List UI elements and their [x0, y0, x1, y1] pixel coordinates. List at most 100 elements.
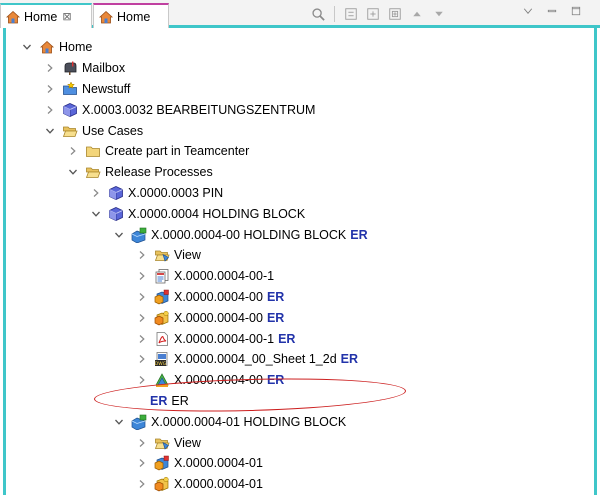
down-icon[interactable] [431, 6, 447, 22]
tree-item[interactable]: ER ER [6, 391, 594, 412]
tree-item-label: Create part in Teamcenter [105, 144, 250, 159]
chevron-down-icon[interactable] [19, 39, 35, 55]
folder-icon [85, 143, 101, 159]
tree-item[interactable]: Newstuff [6, 79, 594, 100]
tree-item[interactable]: X.0000.0004-00-1 ER [6, 328, 594, 349]
chevron-right-icon[interactable] [134, 372, 150, 388]
tab-label: Home [24, 9, 58, 24]
dataset-icon [154, 455, 170, 471]
er-badge: ER [266, 289, 285, 304]
tab-home-second[interactable]: Home [93, 3, 169, 28]
tree-item[interactable]: X.0000.0004-00-1 [6, 266, 594, 287]
tree-item-label: X.0000.0004-01 [174, 456, 263, 471]
home-tree-panel: Home Mailbox Newstuff X.0003.0032 BEARBEITU… [3, 28, 597, 495]
collapse-all-icon[interactable] [343, 6, 359, 22]
er-badge: ER [266, 310, 285, 325]
chevron-right-icon[interactable] [134, 247, 150, 263]
home-icon [98, 9, 114, 25]
tree-item[interactable]: Use Cases [6, 120, 594, 141]
model-icon [154, 372, 170, 388]
er-badge: ER [278, 331, 296, 346]
tree-item[interactable]: X.0000.0004-01 [6, 474, 594, 495]
chevron-right-icon[interactable] [134, 351, 150, 367]
tree-item-label: X.0000.0004-01 HOLDING BLOCK [151, 414, 347, 429]
pdf-icon [154, 331, 170, 347]
chevron-right-icon[interactable] [42, 81, 58, 97]
chevron-right-icon[interactable] [134, 435, 150, 451]
chevron-right-icon[interactable] [65, 143, 81, 159]
tree-item[interactable]: X.0000.0004-00 HOLDING BLOCK ER [6, 224, 594, 245]
chevron-right-icon[interactable] [134, 455, 150, 471]
tree-item[interactable]: X.0000.0004-00 ER [6, 307, 594, 328]
chevron-down-icon[interactable] [111, 227, 127, 243]
tree-item-label: Release Processes [105, 165, 213, 180]
tree-item[interactable]: X.0000.0003 PIN [6, 183, 594, 204]
tree-item-label: X.0000.0004-01 [174, 477, 263, 492]
tree-item[interactable]: X.0000.0004-00 ER [6, 370, 594, 391]
expand-all-icon[interactable] [387, 6, 403, 22]
revision-icon [131, 414, 147, 430]
er-badge: ER [350, 227, 368, 242]
cube-icon [62, 102, 78, 118]
dataset2-icon [154, 310, 170, 326]
tree-item[interactable]: X.0000.0004-01 HOLDING BLOCK [6, 411, 594, 432]
chevron-down-icon[interactable] [65, 164, 81, 180]
home-icon [39, 39, 55, 55]
mailbox-icon [62, 60, 78, 76]
dataset-icon [154, 289, 170, 305]
chevron-down-icon[interactable] [42, 123, 58, 139]
toolbar-separator [334, 6, 335, 22]
revision-icon [131, 227, 147, 243]
view-menu-icon[interactable] [520, 3, 536, 19]
tree-item[interactable]: View [6, 432, 594, 453]
chevron-right-icon[interactable] [134, 268, 150, 284]
tab-label: Home [117, 9, 151, 24]
tree-item[interactable]: View [6, 245, 594, 266]
tab-home-active[interactable]: Home ⊠ [0, 3, 92, 28]
chevron-down-icon[interactable] [111, 414, 127, 430]
tree-item-label: Home [59, 40, 93, 55]
tree-item[interactable]: Home [6, 37, 594, 58]
tree-item-label: Newstuff [82, 81, 131, 96]
tree-item-label: X.0000.0004-00 [174, 289, 263, 304]
tree-item[interactable]: X.0000.0004-00 ER [6, 287, 594, 308]
tree-item[interactable]: X.0000.0004 HOLDING BLOCK [6, 203, 594, 224]
dataset2-icon [154, 476, 170, 492]
tree-item[interactable]: Create part in Teamcenter [6, 141, 594, 162]
maximize-icon[interactable] [568, 3, 584, 19]
up-icon[interactable] [409, 6, 425, 22]
er-badge: ER [150, 393, 168, 408]
tree-item-label: ER [171, 393, 189, 408]
tree-item-label: X.0000.0004-00-1 [174, 269, 275, 284]
tree-item-label: X.0000.0003 PIN [128, 185, 224, 200]
tree-item[interactable]: Release Processes [6, 162, 594, 183]
chevron-down-icon[interactable] [88, 206, 104, 222]
search-icon[interactable] [310, 6, 326, 22]
tree-item[interactable]: X.0003.0032 BEARBEITUNGSZENTRUM [6, 99, 594, 120]
chevron-right-icon[interactable] [134, 310, 150, 326]
chevron-right-icon[interactable] [134, 331, 150, 347]
tree-item-label: X.0000.0004-00 HOLDING BLOCK [151, 227, 347, 242]
er-badge: ER [340, 352, 359, 367]
tree-item[interactable]: Mailbox [6, 58, 594, 79]
expand-icon[interactable] [365, 6, 381, 22]
editor-tab-bar: Home ⊠ Home [0, 0, 600, 28]
chevron-right-icon[interactable] [88, 185, 104, 201]
tree-item-label: View [174, 248, 201, 263]
tree-item-label: X.0000.0004-00 [174, 373, 263, 388]
chevron-right-icon[interactable] [134, 476, 150, 492]
tree-item-label: X.0003.0032 BEARBEITUNGSZENTRUM [82, 102, 316, 117]
svg-text:DWG: DWG [155, 361, 167, 367]
minimize-icon[interactable] [544, 3, 560, 19]
home-icon [5, 9, 21, 25]
close-icon[interactable]: ⊠ [62, 10, 71, 23]
chevron-right-icon[interactable] [134, 289, 150, 305]
chevron-right-icon[interactable] [42, 102, 58, 118]
tree-item[interactable]: X.0000.0004-01 [6, 453, 594, 474]
tree-item[interactable]: DWG X.0000.0004_00_Sheet 1_2d ER [6, 349, 594, 370]
cube-icon [108, 206, 124, 222]
newstuff-icon [62, 81, 78, 97]
chevron-right-icon[interactable] [42, 60, 58, 76]
tree-item-label: X.0000.0004_00_Sheet 1_2d [174, 352, 337, 367]
